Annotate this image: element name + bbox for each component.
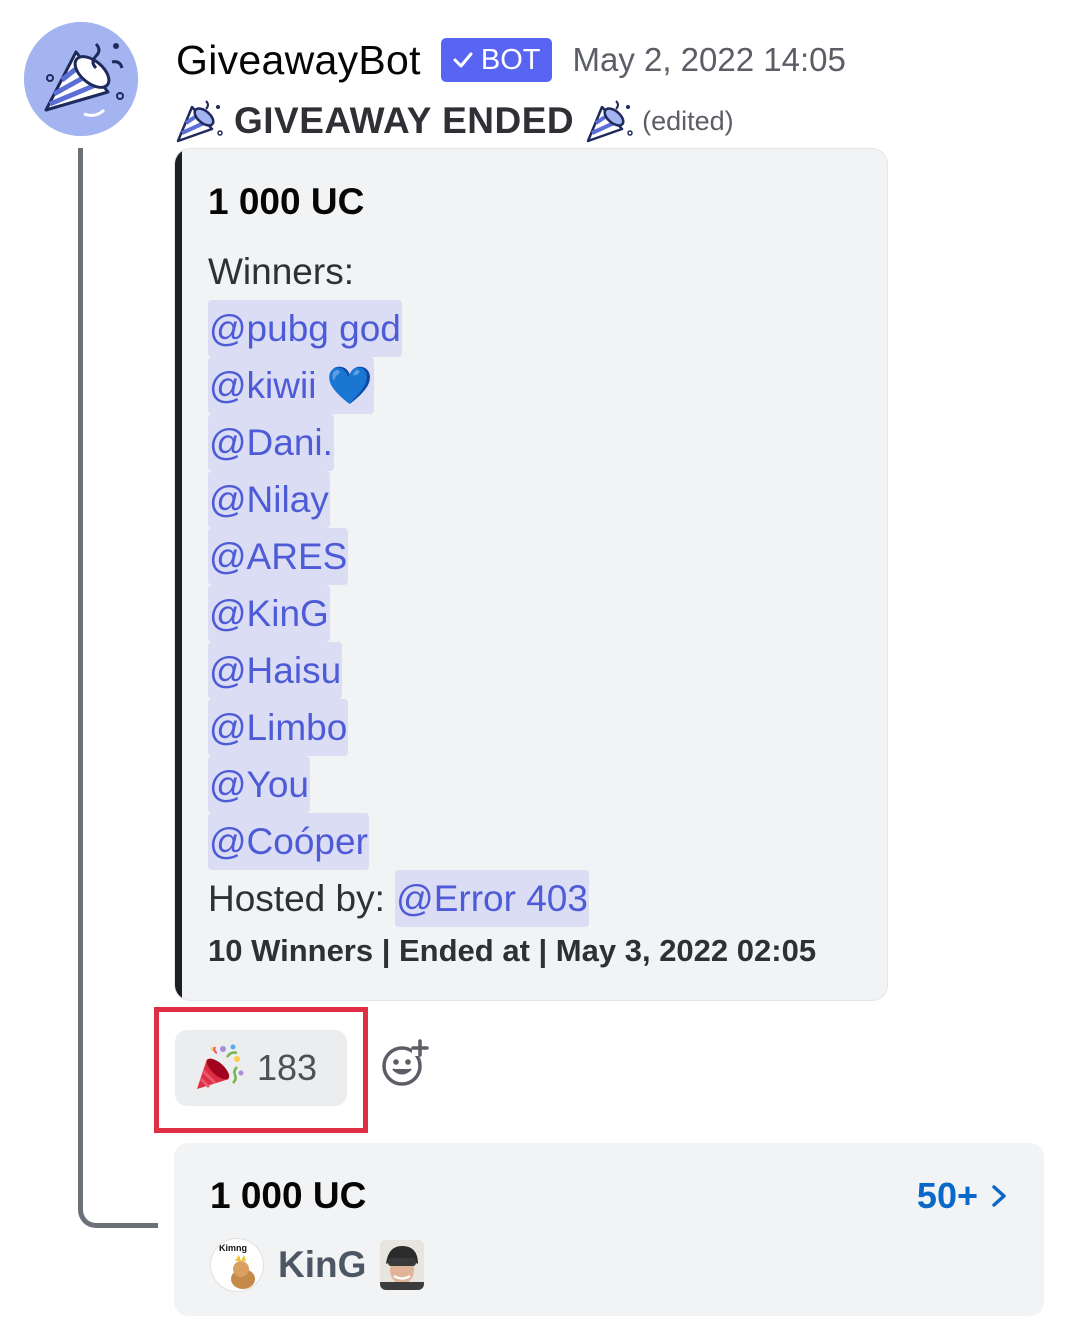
message-title: GIVEAWAY ENDED [234, 100, 575, 141]
thread-name: 1 000 UC [210, 1175, 367, 1216]
message-content: GIVEAWAY ENDED (edited) [174, 94, 734, 148]
author-name[interactable]: GiveawayBot [176, 37, 421, 84]
winner-mention[interactable]: @ARES [208, 528, 349, 585]
thread-connector-line [78, 148, 158, 1228]
hosted-by-label: Hosted by: [208, 878, 385, 919]
message-header: GiveawayBot BOT May 2, 2022 14:05 [176, 30, 846, 90]
bot-tag: BOT [440, 38, 553, 82]
party-cone-icon [586, 100, 633, 143]
winner-mention[interactable]: @kiwii 💙 [208, 357, 374, 414]
embed-footer: 10 Winners | Ended at | May 3, 2022 02:0… [208, 933, 817, 968]
add-reaction-button[interactable] [380, 1038, 430, 1088]
winner-mention[interactable]: @pubg god [208, 300, 402, 357]
party-popper-icon [197, 1044, 244, 1089]
last-author-custom-emoji [380, 1240, 425, 1290]
reaction-count: 183 [257, 1047, 318, 1088]
winner-mention[interactable]: @KinG [208, 585, 330, 642]
add-reaction-icon [382, 1039, 429, 1086]
helmet-man-emoji-icon [380, 1240, 425, 1290]
message-timestamp: May 2, 2022 14:05 [572, 41, 846, 78]
chevron-right-icon [992, 1185, 1006, 1207]
embed-color-bar [175, 149, 182, 1000]
winner-mention[interactable]: @Dani. [208, 414, 334, 471]
bot-avatar[interactable] [24, 22, 138, 136]
thread-preview-card[interactable]: 1 000 UC 50+ Kimng KinG [174, 1143, 1044, 1316]
winner-mention[interactable]: @You [208, 756, 310, 813]
dog-avatar-icon [231, 1255, 255, 1289]
bot-tag-label: BOT [480, 43, 541, 76]
winner-mention[interactable]: @Nilay [208, 471, 330, 528]
thread-last-message: Kimng KinG [210, 1238, 425, 1292]
party-cone-icon [176, 100, 223, 143]
last-author-name[interactable]: KinG [278, 1244, 366, 1286]
embed-title: 1 000 UC [208, 181, 365, 222]
thread-message-count[interactable]: 50+ [917, 1175, 1010, 1217]
host-mention[interactable]: @Error 403 [395, 870, 589, 927]
party-reaction-button[interactable]: 183 [175, 1030, 347, 1106]
embed-description: Winners: @pubg god @kiwii 💙 @Dani. @Nila… [208, 243, 589, 927]
winner-mention[interactable]: @Limbo [208, 699, 349, 756]
last-author-avatar[interactable]: Kimng [210, 1238, 264, 1292]
thread-count-label: 50+ [916, 1175, 978, 1216]
giveaway-embed: 1 000 UC Winners: @pubg god @kiwii 💙 @Da… [174, 148, 888, 1001]
winner-mention[interactable]: @Haisu [208, 642, 343, 699]
edited-label: (edited) [642, 105, 734, 136]
winners-label: Winners: [208, 251, 354, 292]
party-cone-avatar-icon [24, 22, 138, 136]
checkmark-icon [453, 52, 473, 68]
winner-mention[interactable]: @Coóper [208, 813, 369, 870]
